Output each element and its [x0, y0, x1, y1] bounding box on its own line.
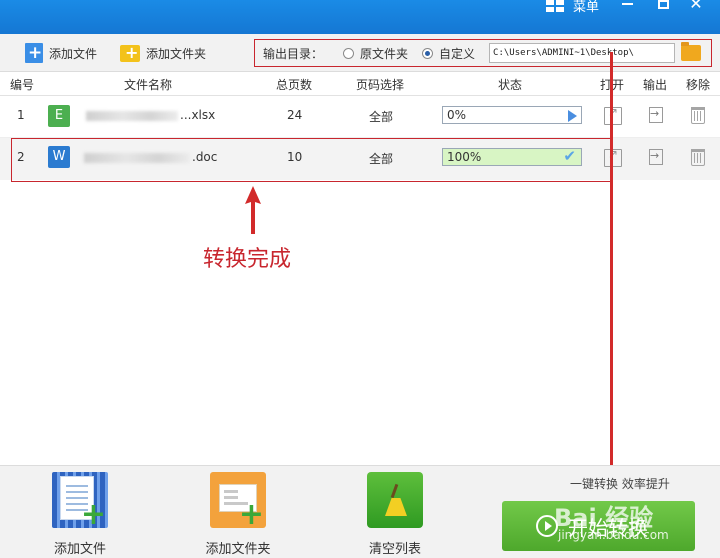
clear-list-button[interactable]: 清空列表 — [355, 472, 435, 558]
col-export: 输出 — [643, 78, 668, 92]
open-icon[interactable] — [604, 105, 622, 125]
progress-text: 0% — [447, 108, 467, 122]
trash-icon[interactable] — [691, 107, 705, 124]
close-button[interactable]: ✕ — [688, 0, 704, 12]
close-icon: ✕ — [689, 0, 703, 13]
menu-grid-icon[interactable] — [546, 0, 566, 12]
row-progress-bar: 0% — [442, 106, 582, 124]
annotation-arrow-icon — [245, 186, 261, 234]
browse-folder-icon[interactable] — [681, 42, 702, 61]
row-pages: 24 — [287, 108, 303, 122]
output-directory-label: 输出目录： — [263, 46, 324, 61]
minimize-button[interactable] — [620, 0, 636, 12]
slogan-text: 一键转换 效率提升 — [570, 477, 670, 491]
col-status: 状态 — [498, 78, 523, 92]
title-bar: 菜单 ✕ — [0, 0, 720, 34]
add-folder-label: 添加文件夹 — [146, 46, 207, 61]
minimize-icon — [622, 3, 633, 5]
clear-list-label: 清空列表 — [368, 542, 421, 557]
add-file-icon — [25, 43, 43, 63]
add-folder-large-icon: + — [210, 472, 266, 530]
trash-icon[interactable] — [691, 149, 705, 166]
add-file-button[interactable]: 添加文件 — [25, 42, 97, 64]
add-folder-button[interactable]: 添加文件夹 — [120, 42, 206, 64]
row-file-name: ...xlsx — [86, 108, 215, 122]
col-remove: 移除 — [686, 78, 711, 92]
bottom-add-folder-button[interactable]: + 添加文件夹 — [198, 472, 278, 558]
add-file-label: 添加文件 — [49, 46, 98, 61]
maximize-icon — [658, 0, 669, 9]
add-folder-icon — [120, 43, 140, 63]
bottom-add-folder-label: 添加文件夹 — [205, 542, 271, 557]
col-page-select: 页码选择 — [356, 78, 405, 92]
col-index: 编号 — [10, 78, 35, 92]
radio-custom-label: 自定义 — [439, 46, 476, 61]
broom-icon — [367, 472, 423, 528]
add-file-large-icon: + — [52, 472, 108, 530]
col-name: 文件名称 — [124, 78, 173, 92]
menu-label[interactable]: 菜单 — [573, 0, 599, 15]
radio-original-folder-label: 原文件夹 — [360, 46, 409, 61]
radio-custom[interactable] — [422, 47, 434, 59]
export-icon[interactable] — [649, 107, 663, 123]
col-pages: 总页数 — [276, 78, 313, 92]
maximize-button[interactable] — [656, 0, 672, 12]
output-directory-group: 输出目录： 原文件夹 自定义 C:\Users\ADMINI~1\Desktop… — [254, 39, 712, 67]
play-icon[interactable] — [568, 110, 577, 122]
export-icon[interactable] — [649, 149, 663, 165]
bottom-add-file-button[interactable]: + 添加文件 — [40, 472, 120, 558]
annotation-text: 转换完成 — [203, 247, 292, 272]
bottom-add-file-label: 添加文件 — [53, 542, 106, 557]
output-path-input[interactable]: C:\Users\ADMINI~1\Desktop\ — [489, 43, 676, 63]
excel-file-icon: E — [48, 105, 70, 127]
row-page-select[interactable]: 全部 — [369, 108, 393, 125]
highlight-box — [11, 138, 613, 182]
watermark-url: jingyan.baidu.com — [558, 528, 669, 542]
annotation-line — [610, 52, 613, 480]
row-index: 1 — [17, 108, 25, 122]
radio-original-folder[interactable] — [343, 47, 355, 59]
